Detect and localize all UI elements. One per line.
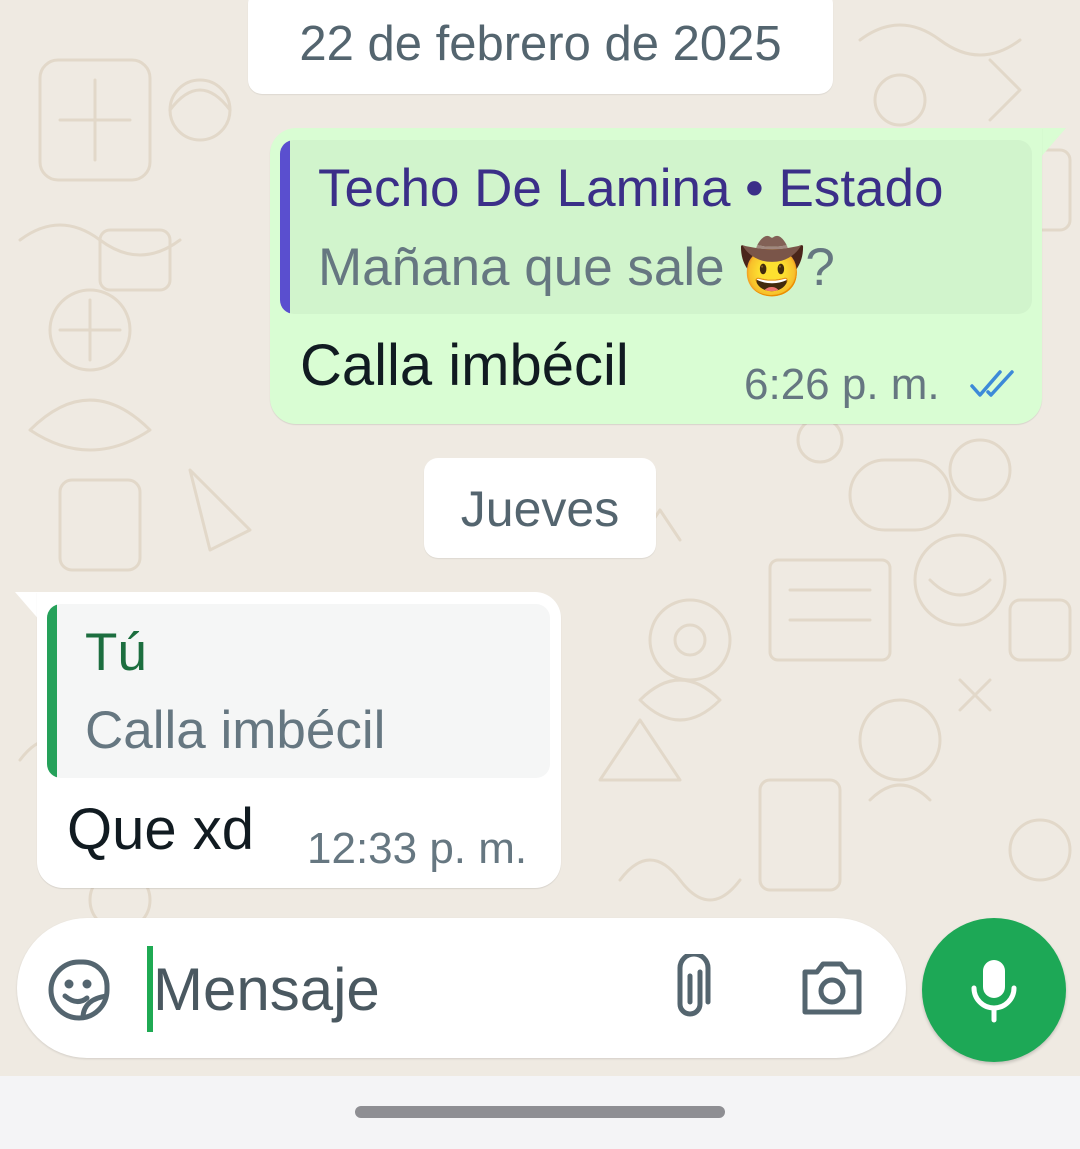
cowboy-emoji: 🤠 xyxy=(739,237,806,298)
message-text: Que xd xyxy=(67,797,254,862)
message-timestamp: 12:33 p. m. xyxy=(307,824,528,873)
quoted-author: Tú xyxy=(85,623,147,682)
message-composer[interactable] xyxy=(17,918,906,1058)
quoted-text-suffix: ? xyxy=(805,238,835,297)
quoted-status-reply[interactable]: Techo De Lamina • Estado Mañana que sale… xyxy=(280,140,1032,314)
message-text: Calla imbécil xyxy=(300,333,629,398)
home-indicator[interactable] xyxy=(355,1106,725,1118)
double-check-read-icon xyxy=(970,370,1014,397)
date-separator: Jueves xyxy=(424,458,656,558)
message-input[interactable] xyxy=(151,938,655,1040)
camera-icon[interactable] xyxy=(799,958,865,1018)
message-timestamp: 6:26 p. m. xyxy=(744,360,940,409)
outgoing-message-bubble[interactable]: Techo De Lamina • Estado Mañana que sale… xyxy=(270,128,1042,424)
quoted-text-body: Mañana que sale xyxy=(318,238,725,297)
paperclip-icon[interactable] xyxy=(662,954,718,1026)
date-separator: 22 de febrero de 2025 xyxy=(248,0,833,94)
incoming-message-bubble[interactable]: Tú Calla imbécil Que xd 12:33 p. m. xyxy=(37,592,561,888)
voice-message-button[interactable] xyxy=(922,918,1066,1062)
microphone-icon xyxy=(971,960,1017,1023)
quote-bar xyxy=(47,604,57,778)
quoted-author: Techo De Lamina • Estado xyxy=(318,159,944,218)
system-navigation-bar xyxy=(0,1076,1080,1149)
sticker-icon[interactable] xyxy=(47,958,111,1022)
quote-bar xyxy=(280,140,290,314)
quoted-text: Calla imbécil xyxy=(85,701,386,760)
quoted-text: Mañana que sale 🤠? xyxy=(318,236,835,298)
quoted-message-reply[interactable]: Tú Calla imbécil xyxy=(47,604,550,778)
bubble-tail xyxy=(1040,128,1066,158)
